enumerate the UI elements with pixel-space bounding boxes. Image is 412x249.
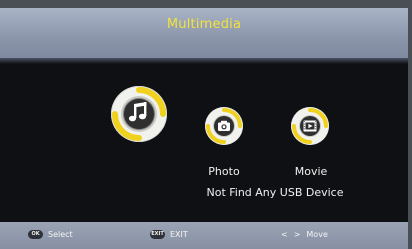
photo-label: Photo	[208, 165, 240, 178]
select-hint: OK Select	[28, 230, 73, 239]
usb-status-message: Not Find Any USB Device	[206, 186, 344, 199]
title-bar: Multimedia	[0, 8, 408, 58]
move-hint-label: Move	[306, 230, 328, 239]
select-hint-label: Select	[48, 230, 73, 239]
exit-key-icon: EXIT	[150, 230, 165, 239]
page-title: Multimedia	[166, 17, 242, 32]
footer-hint-bar: OK Select EXIT EXIT < > Move	[0, 222, 408, 249]
exit-hint: EXIT EXIT	[150, 230, 188, 239]
multimedia-screen: Multimedia Photo Movie Not Find Any USB …	[0, 8, 408, 249]
movie-item[interactable]	[291, 107, 329, 145]
left-arrow-icon: <	[281, 230, 288, 239]
music-item[interactable]	[111, 86, 167, 142]
photo-item[interactable]	[205, 107, 243, 145]
tv-bezel-top	[0, 0, 412, 8]
camera-icon	[205, 107, 243, 145]
exit-hint-label: EXIT	[170, 230, 188, 239]
move-hint: < > Move	[281, 230, 328, 239]
movie-label: Movie	[294, 165, 328, 178]
ok-key-icon: OK	[28, 230, 43, 239]
tv-bezel-right	[408, 0, 412, 249]
right-arrow-icon: >	[293, 230, 301, 239]
music-note-icon	[112, 87, 166, 141]
film-icon	[291, 107, 329, 145]
media-menu-panel: Photo Movie Not Find Any USB Device	[0, 58, 408, 222]
